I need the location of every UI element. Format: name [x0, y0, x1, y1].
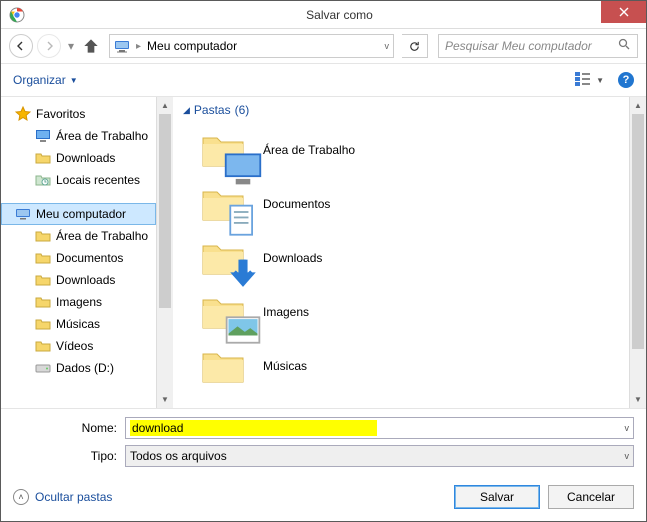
folder-large-icon: [201, 238, 245, 278]
tree-item-drive-d[interactable]: Dados (D:): [1, 357, 156, 379]
folder-icon: [35, 294, 51, 310]
folder-large-icon: [201, 184, 245, 224]
chevron-down-icon[interactable]: v: [625, 423, 630, 433]
filename-area: Nome: download v Tipo: Todos os arquivos…: [1, 409, 646, 477]
history-dropdown[interactable]: ▾: [65, 39, 77, 53]
refresh-button[interactable]: [402, 34, 428, 58]
chevron-up-icon: ˄: [13, 489, 29, 505]
filename-input[interactable]: download v: [125, 417, 634, 439]
chevron-down-icon[interactable]: ▼: [596, 76, 604, 85]
nav-row: ▾ ▸ Meu computador v Pesquisar Meu compu…: [1, 29, 646, 63]
computer-icon: [15, 206, 31, 222]
content-scrollbar[interactable]: ▲ ▼: [629, 97, 646, 408]
chrome-icon: [9, 7, 25, 23]
tree-item-music[interactable]: Músicas: [1, 313, 156, 335]
search-icon: [618, 38, 631, 54]
filetype-select[interactable]: Todos os arquivos v: [125, 445, 634, 467]
folder-large-icon: [201, 130, 245, 170]
computer-icon: [114, 38, 130, 54]
tree-item-desktop[interactable]: Área de Trabalho: [1, 125, 156, 147]
view-options-button[interactable]: [574, 70, 592, 91]
chevron-right-icon: ▸: [136, 41, 141, 52]
tree-item-desktop2[interactable]: Área de Trabalho: [1, 225, 156, 247]
toolbar: Organizar ▼ ▼ ?: [1, 63, 646, 97]
folder-large-icon: [201, 346, 245, 386]
address-dropdown[interactable]: v: [385, 41, 390, 51]
search-placeholder: Pesquisar Meu computador: [445, 39, 618, 53]
tree-item-recent[interactable]: Locais recentes: [1, 169, 156, 191]
navigation-tree: Favoritos Área de Trabalho Downloads Loc…: [1, 97, 173, 408]
tree-computer[interactable]: Meu computador: [1, 203, 156, 225]
save-button[interactable]: Salvar: [454, 485, 540, 509]
chevron-down-icon: ▼: [70, 76, 78, 85]
forward-button[interactable]: [37, 34, 61, 58]
breadcrumb[interactable]: Meu computador: [147, 39, 237, 53]
scroll-down-icon[interactable]: ▼: [157, 391, 173, 408]
tree-scrollbar[interactable]: ▲ ▼: [156, 97, 173, 408]
filetype-label: Tipo:: [13, 449, 125, 463]
folder-icon: [35, 272, 51, 288]
tree-item-documents[interactable]: Documentos: [1, 247, 156, 269]
tree-item-videos[interactable]: Vídeos: [1, 335, 156, 357]
folder-icon: [35, 150, 51, 166]
content-pane: ◢ Pastas (6) Área de Trabalho: [173, 97, 646, 408]
tree-item-images[interactable]: Imagens: [1, 291, 156, 313]
cancel-button[interactable]: Cancelar: [548, 485, 634, 509]
title-bar: Salvar como: [1, 1, 646, 29]
help-button[interactable]: ?: [618, 72, 634, 88]
back-button[interactable]: [9, 34, 33, 58]
scroll-down-icon[interactable]: ▼: [630, 391, 646, 408]
desktop-icon: [35, 128, 51, 144]
scroll-up-icon[interactable]: ▲: [157, 97, 173, 114]
window-title: Salvar como: [33, 8, 646, 22]
address-bar[interactable]: ▸ Meu computador v: [109, 34, 394, 58]
folder-icon: [35, 250, 51, 266]
scroll-up-icon[interactable]: ▲: [630, 97, 646, 114]
close-button[interactable]: [601, 1, 646, 23]
footer: ˄ Ocultar pastas Salvar Cancelar: [1, 477, 646, 521]
star-icon: [15, 106, 31, 122]
drive-icon: [35, 360, 51, 376]
collapse-icon: ◢: [183, 105, 190, 116]
folder-icon: [35, 228, 51, 244]
folder-large-icon: [201, 292, 245, 332]
organize-menu[interactable]: Organizar ▼: [13, 73, 78, 87]
group-header-folders[interactable]: ◢ Pastas (6): [183, 103, 621, 117]
up-button[interactable]: [81, 36, 101, 56]
filename-label: Nome:: [13, 421, 125, 435]
folder-item-desktop[interactable]: Área de Trabalho: [181, 123, 621, 177]
save-as-dialog: Salvar como ▾ ▸ Meu computador v Pesquis…: [0, 0, 647, 522]
tree-favorites[interactable]: Favoritos: [1, 103, 156, 125]
tree-item-downloads2[interactable]: Downloads: [1, 269, 156, 291]
chevron-down-icon[interactable]: v: [625, 451, 630, 461]
search-input[interactable]: Pesquisar Meu computador: [438, 34, 638, 58]
folder-icon: [35, 316, 51, 332]
folder-icon: [35, 338, 51, 354]
recent-icon: [35, 172, 51, 188]
tree-item-downloads[interactable]: Downloads: [1, 147, 156, 169]
hide-folders-toggle[interactable]: ˄ Ocultar pastas: [13, 489, 112, 505]
